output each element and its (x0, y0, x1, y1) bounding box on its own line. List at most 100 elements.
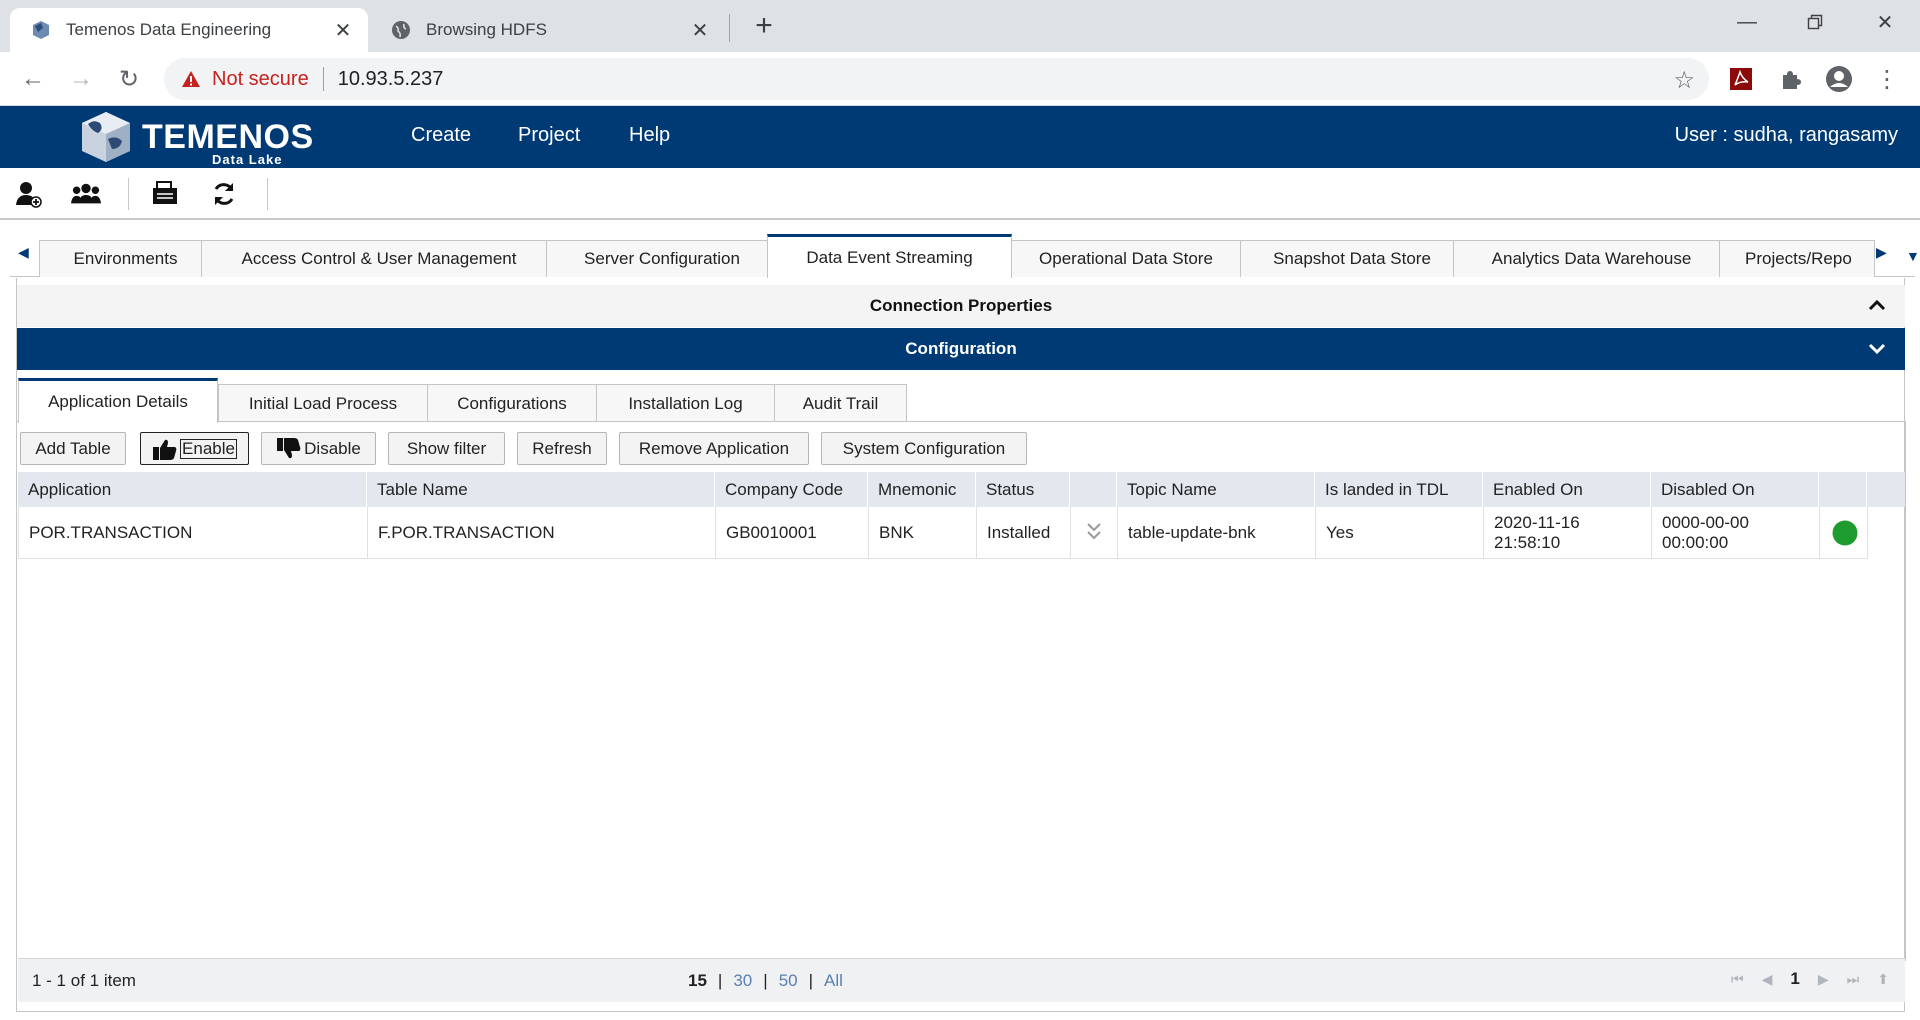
tabs-scroll-left-icon[interactable]: ◀ (18, 244, 29, 261)
subtab-initial-load-process[interactable]: Initial Load Process (218, 384, 428, 422)
tabs-scroll-right-icon[interactable]: ▶ (1876, 244, 1887, 261)
new-tab-icon[interactable]: + (748, 9, 780, 42)
page-size-30[interactable]: 30 (733, 971, 752, 991)
globe-icon (390, 19, 412, 41)
subtab-application-details[interactable]: Application Details (18, 378, 218, 423)
browser-tab-hdfs[interactable]: Browsing HDFS ✕ (370, 8, 725, 52)
tab-access-control[interactable]: Access Control & User Management (201, 240, 557, 277)
tab-server-configuration[interactable]: Server Configuration (546, 240, 778, 277)
double-chevron-down-icon[interactable] (1085, 520, 1103, 546)
column-header-enabled-on[interactable]: Enabled On (1483, 472, 1651, 507)
last-page-icon[interactable]: ⏭ (1847, 971, 1860, 988)
tab-label: Data Event Streaming (806, 247, 973, 267)
tab-label: Access Control & User Management (241, 249, 517, 268)
header-label: Topic Name (1127, 479, 1217, 499)
page-size-50[interactable]: 50 (779, 971, 798, 991)
browser-tab-temenos[interactable]: Temenos Data Engineering ✕ (10, 8, 368, 52)
reload-icon[interactable]: ↻ (112, 62, 146, 96)
column-header-indicator (1819, 472, 1867, 507)
tabs-dropdown-icon[interactable]: ▼ (1906, 248, 1920, 264)
connection-properties-header[interactable]: Connection Properties (17, 285, 1905, 327)
subtab-label: Application Details (48, 392, 188, 411)
back-icon[interactable]: ← (16, 62, 50, 96)
page-size-divider: | (763, 971, 768, 990)
sync-refresh-icon[interactable] (209, 179, 239, 209)
subtab-installation-log[interactable]: Installation Log (596, 384, 775, 422)
table-row[interactable]: POR.TRANSACTION F.POR.TRANSACTION GB0010… (18, 507, 1868, 559)
temenos-logo[interactable]: TEMENOS Data Lake (78, 108, 313, 167)
header-label: Status (986, 479, 1035, 499)
subtab-audit-trail[interactable]: Audit Trail (774, 384, 907, 422)
subtab-panel-border (1905, 421, 1906, 961)
add-table-button[interactable]: Add Table (20, 432, 126, 465)
browser-menu-icon[interactable]: ⋮ (1872, 64, 1902, 94)
current-page-number[interactable]: 1 (1790, 969, 1799, 989)
column-header-company-code[interactable]: Company Code (715, 472, 868, 507)
warning-icon (180, 68, 202, 90)
column-header-landed[interactable]: Is landed in TDL (1315, 472, 1483, 507)
cell-expand[interactable] (1071, 507, 1118, 559)
close-tab-icon[interactable]: ✕ (330, 17, 356, 43)
tab-analytics-data-warehouse[interactable]: Analytics Data Warehouse (1453, 240, 1730, 277)
users-group-icon[interactable] (71, 179, 101, 209)
url-text[interactable]: 10.93.5.237 (338, 68, 444, 91)
page-size-selector: 15 | 30 | 50 | All (688, 971, 843, 991)
subtab-configurations[interactable]: Configurations (427, 384, 597, 422)
forward-icon[interactable]: → (64, 62, 98, 96)
tab-operational-data-store[interactable]: Operational Data Store (1001, 240, 1251, 277)
logo-wordmark: TEMENOS Data Lake (142, 110, 313, 167)
documents-icon[interactable] (150, 179, 180, 209)
system-configuration-button[interactable]: System Configuration (821, 432, 1027, 465)
first-page-icon[interactable]: ⏮ (1731, 971, 1744, 988)
grid-footer: 1 - 1 of 1 item 15 | 30 | 50 | All ⏮ ◀ 1… (18, 958, 1905, 1002)
column-header-mnemonic[interactable]: Mnemonic (868, 472, 976, 507)
subtab-baseline (17, 421, 1905, 422)
close-window-icon[interactable]: ✕ (1858, 4, 1912, 40)
button-label: Remove Application (638, 438, 790, 458)
header-label: Application (28, 479, 112, 499)
page-size-all[interactable]: All (824, 971, 843, 991)
menu-help[interactable]: Help (629, 124, 670, 147)
restore-icon[interactable] (1788, 4, 1842, 40)
tab-data-event-streaming[interactable]: Data Event Streaming (767, 234, 1012, 278)
address-divider (322, 67, 324, 91)
previous-page-icon[interactable]: ◀ (1762, 971, 1773, 988)
refresh-button[interactable]: Refresh (517, 432, 607, 465)
bookmark-star-icon[interactable]: ☆ (1673, 66, 1695, 95)
column-header-status[interactable]: Status (976, 472, 1070, 507)
show-filter-button[interactable]: Show filter (388, 432, 505, 465)
tab-snapshot-data-store[interactable]: Snapshot Data Store (1240, 240, 1464, 277)
header-label: Mnemonic (878, 479, 957, 499)
column-header-table-name[interactable]: Table Name (367, 472, 715, 507)
not-secure-label[interactable]: Not secure (212, 68, 309, 91)
close-tab-icon[interactable]: ✕ (687, 17, 713, 43)
column-header-application[interactable]: Application (18, 472, 367, 507)
toolbar-divider (267, 178, 268, 210)
disable-button[interactable]: Disable (261, 432, 376, 465)
minimize-icon[interactable]: — (1720, 4, 1774, 40)
toolbar-divider (128, 178, 129, 210)
button-label: Refresh (532, 438, 592, 458)
add-user-icon[interactable] (13, 179, 43, 209)
column-header-disabled-on[interactable]: Disabled On (1651, 472, 1819, 507)
tab-projects-repo[interactable]: Projects/Repo (1719, 240, 1875, 277)
next-page-icon[interactable]: ▶ (1818, 971, 1829, 988)
tab-divider (729, 14, 730, 42)
profile-avatar-icon[interactable] (1824, 64, 1854, 94)
pdf-extension-icon[interactable] (1726, 64, 1756, 94)
enable-button[interactable]: Enable (140, 432, 249, 465)
configuration-header[interactable]: Configuration (17, 328, 1905, 370)
page-size-15[interactable]: 15 (688, 971, 707, 991)
column-header-topic-name[interactable]: Topic Name (1117, 472, 1315, 507)
browser-tabstrip: Temenos Data Engineering ✕ Browsing HDFS… (0, 0, 1920, 52)
menu-create[interactable]: Create (411, 124, 471, 147)
chevron-up-icon[interactable] (1867, 295, 1887, 315)
page-size-divider: | (717, 971, 723, 990)
remove-application-button[interactable]: Remove Application (619, 432, 809, 465)
menu-project[interactable]: Project (518, 124, 580, 147)
scroll-top-icon[interactable]: ⬆ (1877, 971, 1889, 988)
address-bar[interactable]: Not secure 10.93.5.237 ☆ (164, 58, 1709, 100)
tab-environments[interactable]: Environments (39, 240, 212, 277)
chevron-down-icon[interactable] (1867, 338, 1887, 358)
extensions-puzzle-icon[interactable] (1776, 64, 1806, 94)
